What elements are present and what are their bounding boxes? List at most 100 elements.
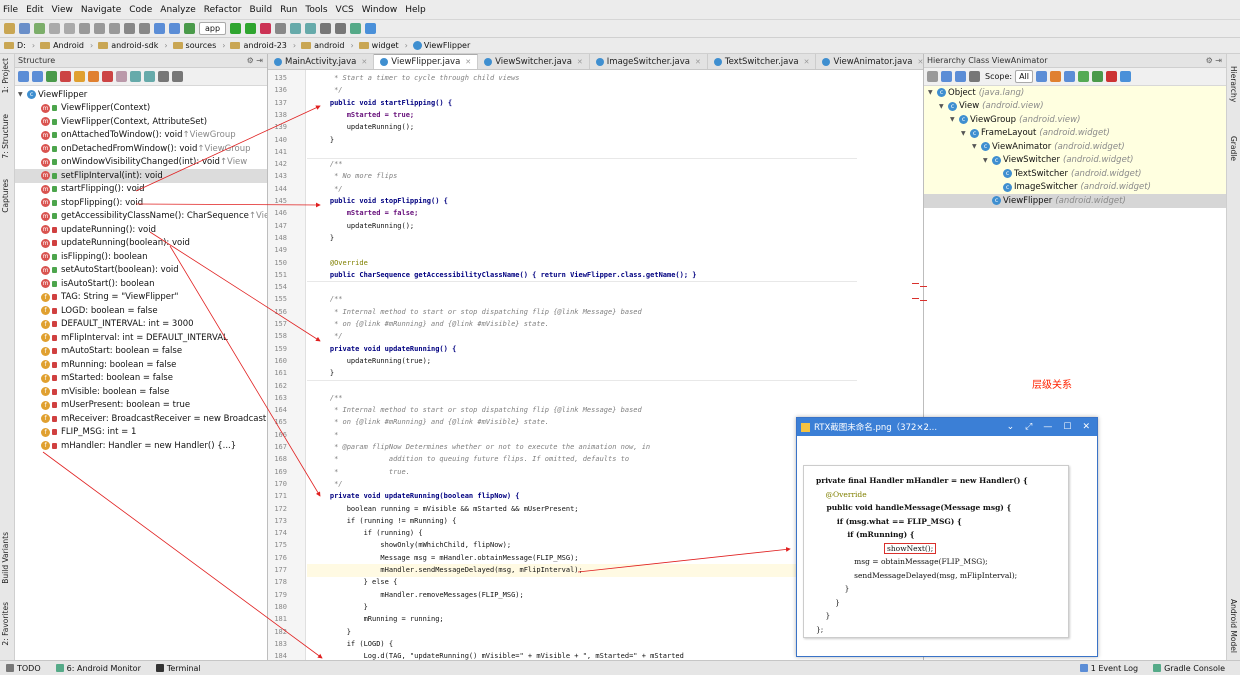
structure-item[interactable]: m updateRunning(boolean): void xyxy=(15,237,267,251)
show-inherited-icon[interactable] xyxy=(102,71,113,82)
sort-alpha-icon[interactable] xyxy=(32,71,43,82)
autoscroll-from-icon[interactable] xyxy=(144,71,155,82)
menu-help[interactable]: Help xyxy=(405,5,426,15)
captures-tool-tab[interactable]: Captures xyxy=(1,179,10,213)
expand-arrow-icon[interactable]: ▼ xyxy=(961,130,967,137)
scope-select[interactable]: All xyxy=(1015,70,1033,83)
breadcrumb-item[interactable]: android-sdk xyxy=(98,41,158,50)
structure-item[interactable]: f mFlipInterval: int = DEFAULT_INTERVAL xyxy=(15,331,267,345)
menu-vcs[interactable]: VCS xyxy=(336,5,354,15)
todo-tool-tab[interactable]: TODO xyxy=(6,664,41,673)
run-icon[interactable] xyxy=(230,23,242,34)
menu-build[interactable]: Build xyxy=(250,5,273,15)
structure-item[interactable]: m ViewFlipper(Context, AttributeSet) xyxy=(15,115,267,129)
sort-visibility-icon[interactable] xyxy=(18,71,29,82)
minimize-icon[interactable]: — xyxy=(1043,422,1052,432)
replace-icon[interactable] xyxy=(139,23,150,34)
breadcrumb-item[interactable]: D: xyxy=(4,41,26,50)
structure-item[interactable]: m onDetachedFromWindow(): void ↑ViewGroup xyxy=(15,142,267,156)
structure-item[interactable]: f mStarted: boolean = false xyxy=(15,372,267,386)
expand-arrow-icon[interactable]: ▼ xyxy=(950,116,956,123)
breadcrumb-item[interactable]: sources xyxy=(172,41,216,50)
project-structure-icon[interactable] xyxy=(335,23,347,34)
structure-item[interactable]: f mAutoStart: boolean = false xyxy=(15,345,267,359)
copy-icon[interactable] xyxy=(94,23,105,34)
tab-viewflipper[interactable]: ViewFlipper.java ✕ xyxy=(374,54,479,69)
structure-item[interactable]: f mHandler: Handler = new Handler() {...} xyxy=(15,439,267,453)
close-tab-icon[interactable]: ✕ xyxy=(577,58,583,66)
expand-all-icon[interactable] xyxy=(1064,71,1075,82)
save-icon[interactable] xyxy=(19,23,30,34)
expand-all-icon[interactable] xyxy=(158,71,169,82)
attach-debugger-icon[interactable] xyxy=(260,23,272,34)
stop-icon[interactable] xyxy=(275,23,287,34)
structure-item[interactable]: m onAttachedToWindow(): void ↑ViewGroup xyxy=(15,129,267,143)
forward-icon[interactable] xyxy=(169,23,180,34)
close-tab-icon[interactable]: ✕ xyxy=(361,58,367,66)
menu-window[interactable]: Window xyxy=(362,5,398,15)
open-folder-icon[interactable] xyxy=(4,23,15,34)
android-monitor-tool-tab[interactable]: 6: Android Monitor xyxy=(55,664,141,673)
hierarchy-node[interactable]: c ViewFlipper (android.widget) xyxy=(924,194,1226,208)
breadcrumb-item[interactable]: widget xyxy=(358,41,399,50)
structure-item[interactable]: m ViewFlipper(Context) xyxy=(15,102,267,116)
close-tab-icon[interactable]: ✕ xyxy=(695,58,701,66)
menu-edit[interactable]: Edit xyxy=(26,5,43,15)
menu-run[interactable]: Run xyxy=(280,5,297,15)
event-log-tool-tab[interactable]: 1 Event Log xyxy=(1079,664,1138,673)
find-icon[interactable] xyxy=(124,23,135,34)
close-icon[interactable] xyxy=(1106,71,1117,82)
structure-tool-tab[interactable]: 7: Structure xyxy=(1,114,10,159)
hierarchy-node[interactable]: ▼ c FrameLayout (android.widget) xyxy=(924,127,1226,141)
supertypes-icon[interactable] xyxy=(927,71,938,82)
show-non-public-icon[interactable] xyxy=(88,71,99,82)
structure-item[interactable]: f TAG: String = "ViewFlipper" xyxy=(15,291,267,305)
build-variants-tool-tab[interactable]: Build Variants xyxy=(1,532,10,584)
show-properties-icon[interactable] xyxy=(74,71,85,82)
close-icon[interactable]: ✕ xyxy=(1082,422,1090,432)
structure-item[interactable]: m getAccessibilityClassName(): CharSequen… xyxy=(15,210,267,224)
tab-mainactivity[interactable]: MainActivity.java ✕ xyxy=(268,54,375,69)
sync-icon[interactable] xyxy=(34,23,45,34)
breadcrumb-item[interactable]: android xyxy=(301,41,344,50)
structure-item[interactable]: f DEFAULT_INTERVAL: int = 3000 xyxy=(15,318,267,332)
help-icon[interactable] xyxy=(1120,71,1131,82)
project-tool-tab[interactable]: 1: Project xyxy=(1,58,10,93)
panel-settings-icon[interactable]: ⚙ ⇥ xyxy=(1206,56,1222,65)
expand-arrow-icon[interactable]: ▼ xyxy=(928,89,934,96)
hierarchy-node[interactable]: ▼ c ViewAnimator (android.widget) xyxy=(924,140,1226,154)
hierarchy-node[interactable]: c TextSwitcher (android.widget) xyxy=(924,167,1226,181)
help-icon[interactable] xyxy=(365,23,377,34)
structure-item[interactable]: f mReceiver: BroadcastReceiver = new Broa… xyxy=(15,412,267,426)
menu-file[interactable]: File xyxy=(3,5,18,15)
make-project-icon[interactable] xyxy=(184,23,195,34)
redo-icon[interactable] xyxy=(64,23,75,34)
autoscroll-icon[interactable] xyxy=(1092,71,1103,82)
group-inherited-icon[interactable] xyxy=(46,71,57,82)
show-lambdas-icon[interactable] xyxy=(116,71,127,82)
android-model-tool-tab[interactable]: Android Model xyxy=(1229,599,1238,653)
hierarchy-node[interactable]: c ImageSwitcher (android.widget) xyxy=(924,181,1226,195)
breadcrumb-item[interactable]: android-23 xyxy=(230,41,287,50)
breadcrumb-item[interactable]: ViewFlipper xyxy=(412,41,470,50)
tab-viewanimator[interactable]: ViewAnimator.java ✕ xyxy=(816,54,931,69)
undo-icon[interactable] xyxy=(49,23,60,34)
structure-item[interactable]: f LOGD: boolean = false xyxy=(15,304,267,318)
structure-item[interactable]: f mUserPresent: boolean = true xyxy=(15,399,267,413)
expand-arrow-icon[interactable]: ▼ xyxy=(18,91,24,98)
hierarchy-node[interactable]: ▼ c ViewSwitcher (android.widget) xyxy=(924,154,1226,168)
sort-alpha-icon[interactable] xyxy=(969,71,980,82)
structure-item[interactable]: m startFlipping(): void xyxy=(15,183,267,197)
debug-icon[interactable] xyxy=(245,23,257,34)
tab-textswitcher[interactable]: TextSwitcher.java ✕ xyxy=(708,54,817,69)
expand-arrow-icon[interactable]: ▼ xyxy=(972,143,978,150)
android-icon[interactable] xyxy=(350,23,362,34)
tab-imageswitcher[interactable]: ImageSwitcher.java ✕ xyxy=(590,54,708,69)
structure-item[interactable]: m isFlipping(): boolean xyxy=(15,250,267,264)
paste-icon[interactable] xyxy=(109,23,120,34)
hierarchy-node[interactable]: ▼ c Object (java.lang) xyxy=(924,86,1226,100)
menu-chevron-icon[interactable]: ⌄ xyxy=(1007,422,1015,432)
menu-navigate[interactable]: Navigate xyxy=(81,5,121,15)
fullscreen-icon[interactable]: ⤢ xyxy=(1025,422,1032,432)
menu-view[interactable]: View xyxy=(52,5,73,15)
